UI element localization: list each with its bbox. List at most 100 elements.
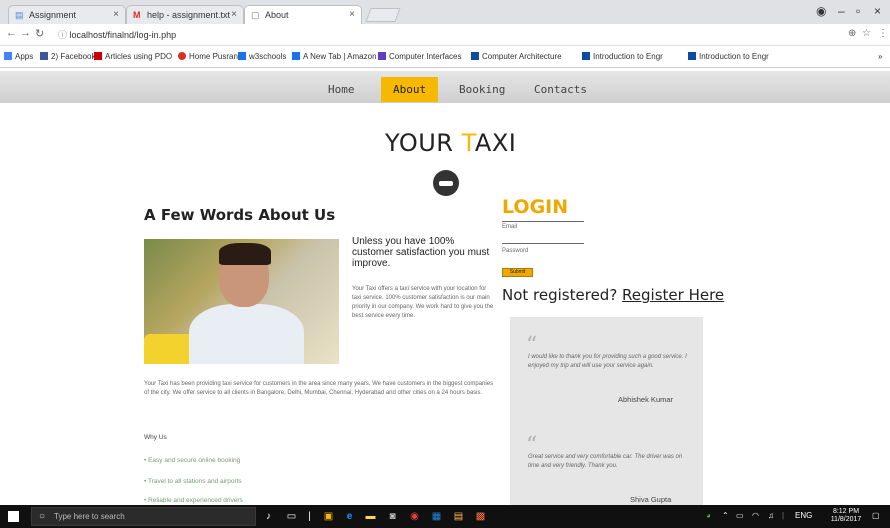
info-icon: ⓘ: [58, 30, 70, 40]
microphone-icon[interactable]: ♪: [262, 510, 275, 523]
not-registered-text: Not registered? Register Here: [502, 286, 724, 304]
wifi-icon[interactable]: ◠: [752, 511, 759, 520]
bookmark-label: Introduction to Engr: [593, 52, 663, 61]
tab-gmail[interactable]: M help - assignment.txt ×: [126, 5, 244, 24]
network-icon[interactable]: ◕: [706, 511, 711, 520]
tray-chevron-icon[interactable]: ⌃: [722, 511, 729, 520]
site-navigation: Home About Booking Contacts: [0, 71, 890, 103]
store-icon[interactable]: ▣: [322, 510, 335, 523]
url-input[interactable]: ⓘ localhost/finalnd/log-in.php: [54, 27, 854, 43]
login-heading: LOGIN: [502, 196, 569, 218]
hair-shape: [219, 243, 271, 265]
bookmark-apps[interactable]: Apps: [4, 52, 33, 61]
close-icon[interactable]: ×: [113, 9, 119, 20]
clock-time: 8:12 PM: [832, 508, 860, 515]
search-icon: ○: [39, 511, 46, 522]
submit-button[interactable]: Submit: [502, 268, 533, 277]
testimonial-text: Great service and very comfortable car. …: [528, 454, 683, 469]
apps-icon: [4, 52, 12, 60]
bookmark-star-icon[interactable]: ☆: [862, 28, 871, 39]
reload-icon[interactable]: ↻: [35, 27, 44, 40]
tab-assignment[interactable]: ▤ Assignment ×: [8, 5, 126, 24]
password-field[interactable]: [502, 243, 584, 244]
menu-icon[interactable]: ⋮: [878, 28, 888, 39]
about-paragraph-long: Your Taxi has been providing taxi servic…: [144, 381, 494, 396]
nav-booking[interactable]: Booking: [449, 80, 515, 99]
maximize-button[interactable]: ▫: [856, 4, 860, 18]
bookmark-label: Apps: [15, 52, 34, 61]
list-item: • Reliable and experienced drivers: [144, 497, 243, 504]
bookmark-w3[interactable]: w3schools: [238, 52, 286, 61]
app-icon[interactable]: ▩: [474, 510, 487, 523]
forward-arrow-icon[interactable]: →: [20, 27, 31, 39]
back-arrow-icon[interactable]: ←: [6, 27, 17, 39]
bookmark-engr-1[interactable]: Introduction to Engr: [582, 52, 663, 61]
about-heading: A Few Words About Us: [144, 206, 336, 224]
bookmark-label: Computer Architecture: [482, 52, 562, 61]
shirt-shape: [189, 304, 304, 364]
tab-label: Assignment: [29, 10, 77, 20]
bookmark-label: Introduction to Engr: [699, 52, 769, 61]
language-indicator[interactable]: ENG: [795, 511, 812, 520]
nav-home[interactable]: Home: [318, 80, 365, 99]
nav-about[interactable]: About: [381, 77, 439, 102]
facebook-icon: [40, 52, 48, 60]
logo-text: AXI: [474, 129, 517, 157]
search-placeholder: Type here to search: [54, 512, 125, 521]
task-view-icon[interactable]: ▭: [285, 510, 298, 523]
list-item: • Easy and secure online booking: [144, 457, 241, 464]
windows-start-icon[interactable]: [8, 511, 19, 522]
email-field[interactable]: [502, 221, 584, 222]
files-icon[interactable]: ▤: [452, 510, 465, 523]
bookmark-amazon[interactable]: A New Tab | Amazon: [292, 52, 377, 61]
gmail-icon: M: [133, 10, 141, 20]
folder-icon[interactable]: ▬: [364, 510, 377, 523]
battery-icon[interactable]: ▭: [736, 511, 744, 520]
list-item-text: Reliable and experienced drivers: [148, 497, 243, 504]
book-icon: [688, 52, 696, 60]
bookmark-facebook[interactable]: 2) Facebook: [40, 52, 95, 61]
chrome-icon[interactable]: ◉: [408, 510, 421, 523]
taskbar-search-input[interactable]: ○ Type here to search: [31, 507, 256, 526]
nav-contacts[interactable]: Contacts: [524, 80, 597, 99]
minimize-button[interactable]: –: [838, 4, 845, 18]
bookmark-label: 2) Facebook: [51, 52, 96, 61]
list-item-text: Travel to all stations and airports: [147, 478, 242, 485]
book-icon: [471, 52, 479, 60]
close-icon[interactable]: ×: [349, 9, 355, 20]
notifications-icon[interactable]: ▢: [872, 511, 880, 520]
app-icon[interactable]: ▦: [430, 510, 443, 523]
tab-about[interactable]: ▢ About ×: [244, 5, 362, 24]
taskbar-clock[interactable]: 8:12 PM 11/8/2017: [826, 508, 866, 524]
browser-tab-bar: ▤ Assignment × M help - assignment.txt ×…: [0, 0, 890, 24]
bookmarks-overflow[interactable]: »: [878, 52, 882, 61]
docs-icon: ▤: [15, 10, 24, 20]
camera-icon[interactable]: ◙: [386, 510, 399, 523]
testimonials-panel: “ I would like to thank you for providin…: [510, 317, 703, 507]
url-text: localhost/finalnd/log-in.php: [69, 30, 177, 40]
bookmark-home[interactable]: Home Pusran: [178, 52, 238, 61]
bookmark-pdo[interactable]: Articles using PDO: [94, 52, 172, 61]
bookmark-label: Articles using PDO: [105, 52, 173, 61]
close-icon[interactable]: ×: [231, 9, 237, 20]
volume-icon[interactable]: ♫: [768, 511, 774, 520]
bookmark-interfaces[interactable]: Computer Interfaces: [378, 52, 461, 61]
translate-icon[interactable]: ⊕: [848, 28, 856, 39]
bookmark-engr-2[interactable]: Introduction to Engr: [688, 52, 769, 61]
site-logo[interactable]: YOUR TAXI: [385, 129, 516, 157]
bookmark-label: Computer Interfaces: [389, 52, 462, 61]
clock-date: 11/8/2017: [830, 516, 862, 523]
testimonial-text: I would like to thank you for providing …: [528, 354, 687, 369]
profile-icon[interactable]: ◉: [816, 4, 826, 18]
bookmark-label: w3schools: [249, 52, 287, 61]
testimonial-author: Abhishek Kumar: [618, 395, 674, 404]
book-icon: [378, 52, 386, 60]
testimonial-author: Shiva Gupta: [630, 495, 672, 504]
register-link[interactable]: Register Here: [622, 286, 724, 304]
new-tab-button[interactable]: [365, 8, 401, 22]
bookmark-architecture[interactable]: Computer Architecture: [471, 52, 562, 61]
password-label: Password: [502, 248, 529, 254]
tab-label: help - assignment.txt: [147, 10, 231, 20]
edge-icon[interactable]: e: [343, 510, 356, 523]
close-window-button[interactable]: ×: [874, 4, 881, 18]
